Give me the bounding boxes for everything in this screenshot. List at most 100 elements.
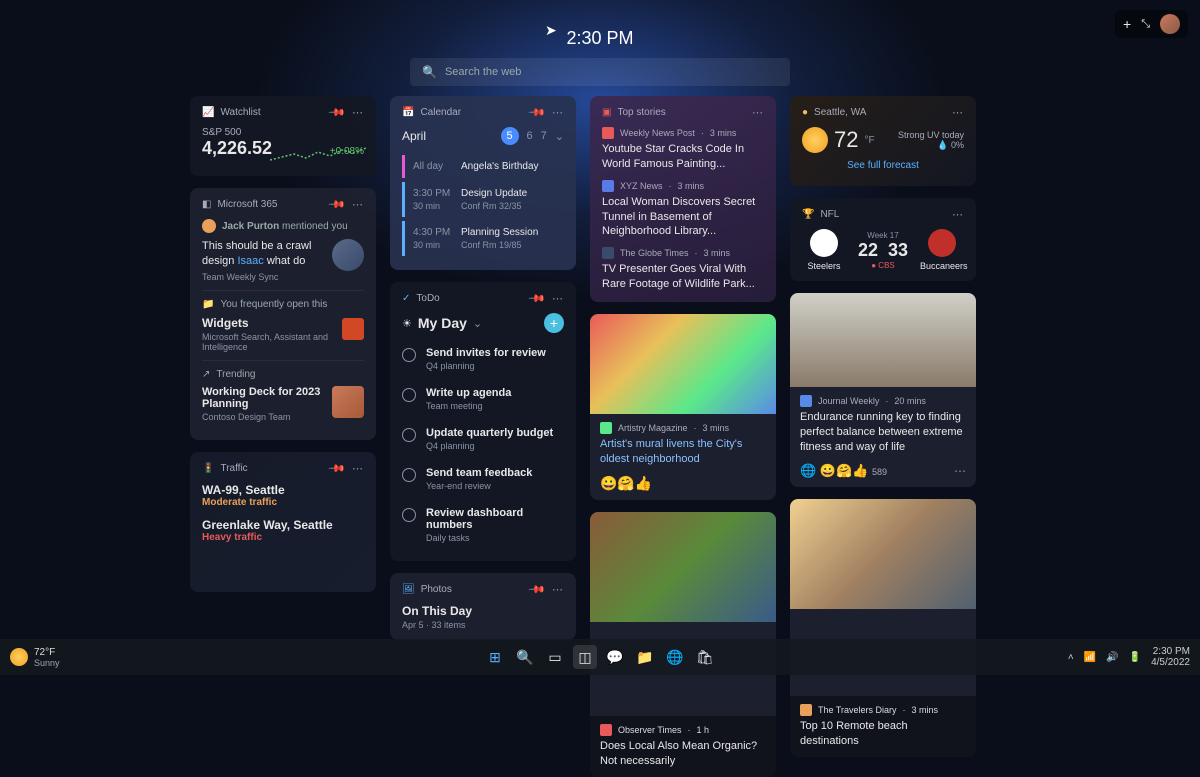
search-button[interactable]: 🔍 — [513, 645, 537, 669]
todo-card[interactable]: ✓ToDo 📌⋯ ☀My Day⌄ + Send invites for rev… — [390, 282, 576, 561]
day-2[interactable]: 6 — [527, 130, 533, 142]
sparkline — [270, 142, 368, 170]
pin-icon[interactable]: 📌 — [328, 459, 347, 478]
taskbar-weather[interactable]: 72°FSunny — [10, 647, 60, 668]
n3-count: 589 — [872, 467, 887, 477]
todo-title: ToDo — [416, 293, 439, 304]
chevron-up-icon[interactable]: ˄ — [1068, 652, 1074, 663]
quote-name: Isaac — [237, 255, 263, 267]
s3-headline[interactable]: TV Presenter Goes Viral With Rare Footag… — [602, 262, 764, 292]
pin-icon[interactable]: 📌 — [528, 580, 547, 599]
more-icon[interactable]: ⋯ — [352, 198, 364, 211]
battery-icon[interactable]: 🔋 — [1129, 652, 1141, 663]
n2-headline[interactable]: Does Local Also Mean Organic? Not necess… — [600, 739, 766, 769]
chevron-down-icon[interactable]: ⌄ — [555, 130, 564, 143]
photos-sub: Apr 5 · 33 items — [402, 620, 564, 630]
more-icon[interactable]: ⋯ — [954, 464, 966, 478]
checkbox[interactable] — [402, 508, 416, 522]
todo-item[interactable]: Update quarterly budgetQ4 planning — [402, 419, 564, 459]
chat-button[interactable]: 💬 — [603, 645, 627, 669]
collapse-icon[interactable]: ⤡ — [1141, 18, 1150, 31]
calendar-card[interactable]: 📅Calendar 📌⋯ April 5 6 7 ⌄ All dayAngela… — [390, 96, 576, 270]
todo-item[interactable]: Send invites for reviewQ4 planning — [402, 339, 564, 379]
s2-headline[interactable]: Local Woman Discovers Secret Tunnel in B… — [602, 195, 764, 240]
pin-icon[interactable]: 📌 — [328, 103, 347, 122]
watchlist-card[interactable]: 📈Watchlist 📌⋯ S&P 500 4,226.52 +0.08% — [190, 96, 376, 176]
e1-time: 3:30 PM — [413, 188, 451, 199]
e2-dur: 30 min — [413, 240, 451, 250]
n4-headline[interactable]: Top 10 Remote beach destinations — [800, 719, 966, 749]
todo-item[interactable]: Write up agendaTeam meeting — [402, 379, 564, 419]
user-avatar[interactable] — [1160, 14, 1180, 34]
traffic-card[interactable]: 🚦Traffic 📌⋯ WA-99, Seattle Moderate traf… — [190, 452, 376, 592]
s1-headline[interactable]: Youtube Star Cracks Code In World Famous… — [602, 142, 764, 172]
score-1: 22 — [858, 240, 878, 260]
forecast-link[interactable]: See full forecast — [847, 160, 919, 171]
quote-2: what do — [264, 255, 306, 267]
news-card-4[interactable]: The Travelers Diary · 3 mins Top 10 Remo… — [790, 499, 976, 757]
tb-time[interactable]: 2:30 PM — [1151, 646, 1190, 657]
more-icon[interactable]: ⋯ — [752, 106, 764, 119]
more-icon[interactable]: ⋯ — [552, 106, 564, 119]
start-button[interactable]: ⊞ — [483, 645, 507, 669]
reaction-icons[interactable]: 🌐 😀🤗👍 589 — [800, 463, 887, 479]
day-3[interactable]: 7 — [541, 130, 547, 142]
pin-icon[interactable]: 📌 — [528, 103, 547, 122]
task-2-sub: Team meeting — [426, 401, 511, 411]
topstories-card[interactable]: ▣Top stories ⋯ Weekly News Post · 3 mins… — [590, 96, 776, 302]
edge-button[interactable]: 🌐 — [663, 645, 687, 669]
route-2: Greenlake Way, Seattle — [202, 518, 364, 532]
tb-date[interactable]: 4/5/2022 — [1151, 657, 1190, 668]
n3-headline[interactable]: Endurance running key to finding perfect… — [800, 410, 966, 455]
task-3: Update quarterly budget — [426, 427, 553, 439]
taskview-button[interactable]: ▭ — [543, 645, 567, 669]
score-2: 33 — [888, 240, 908, 260]
chevron-down-icon[interactable]: ⌄ — [473, 317, 482, 330]
explorer-button[interactable]: 📁 — [633, 645, 657, 669]
nfl-card[interactable]: 🏆NFL ⋯ Steelers Week 17 22 33 ● CBS Bucc… — [790, 198, 976, 281]
widgets-button[interactable]: ◫ — [573, 645, 597, 669]
nfl-week: Week 17 — [846, 231, 920, 240]
todo-item[interactable]: Send team feedbackYear-end review — [402, 459, 564, 499]
n2-source: Observer Times — [618, 725, 682, 735]
more-icon[interactable]: ⋯ — [352, 106, 364, 119]
reaction-icons[interactable]: 😀🤗👍 — [600, 475, 652, 492]
weather-unit: °F — [864, 135, 874, 146]
add-widget-icon[interactable]: + — [1123, 16, 1131, 32]
news-card-3[interactable]: Journal Weekly · 20 mins Endurance runni… — [790, 293, 976, 487]
allday-event: Angela's Birthday — [461, 161, 539, 172]
checkbox[interactable] — [402, 428, 416, 442]
m365-card[interactable]: ◧Microsoft 365 📌⋯ Jack Purton mentioned … — [190, 188, 376, 440]
todo-item[interactable]: Review dashboard numbersDaily tasks — [402, 499, 564, 551]
e1-name: Design Update — [461, 188, 527, 199]
watchlist-icon: 📈 — [202, 107, 214, 118]
more-icon[interactable]: ⋯ — [552, 292, 564, 305]
search-placeholder: Search the web — [445, 66, 521, 78]
store-button[interactable]: 🛍 — [693, 645, 717, 669]
todo-section: My Day — [418, 315, 467, 331]
e2-time: 4:30 PM — [413, 227, 451, 238]
task-4-sub: Year-end review — [426, 481, 532, 491]
pin-icon[interactable]: 📌 — [528, 289, 547, 308]
task-5: Review dashboard numbers — [426, 507, 564, 531]
n1-headline[interactable]: Artist's mural livens the City's oldest … — [600, 437, 766, 467]
news-card-1[interactable]: Artistry Magazine · 3 mins Artist's mura… — [590, 314, 776, 500]
source-icon — [800, 704, 812, 716]
photos-card[interactable]: 🖼Photos 📌⋯ On This Day Apr 5 · 33 items — [390, 573, 576, 640]
wifi-icon[interactable]: 📶 — [1084, 652, 1096, 663]
more-icon[interactable]: ⋯ — [952, 106, 964, 119]
search-bar[interactable]: 🔍 Search the web — [410, 58, 790, 86]
checkbox[interactable] — [402, 348, 416, 362]
more-icon[interactable]: ⋯ — [952, 208, 964, 221]
checkbox[interactable] — [402, 388, 416, 402]
volume-icon[interactable]: 🔊 — [1106, 652, 1118, 663]
more-icon[interactable]: ⋯ — [552, 583, 564, 596]
checkbox[interactable] — [402, 468, 416, 482]
news-image — [790, 499, 976, 609]
weather-card[interactable]: ●Seattle, WA ⋯ 72 °F Strong UV today💧 0%… — [790, 96, 976, 186]
day-selected[interactable]: 5 — [501, 127, 519, 145]
add-task-button[interactable]: + — [544, 313, 564, 333]
pin-icon[interactable]: 📌 — [328, 195, 347, 214]
topstories-title: Top stories — [617, 107, 665, 118]
more-icon[interactable]: ⋯ — [352, 462, 364, 475]
